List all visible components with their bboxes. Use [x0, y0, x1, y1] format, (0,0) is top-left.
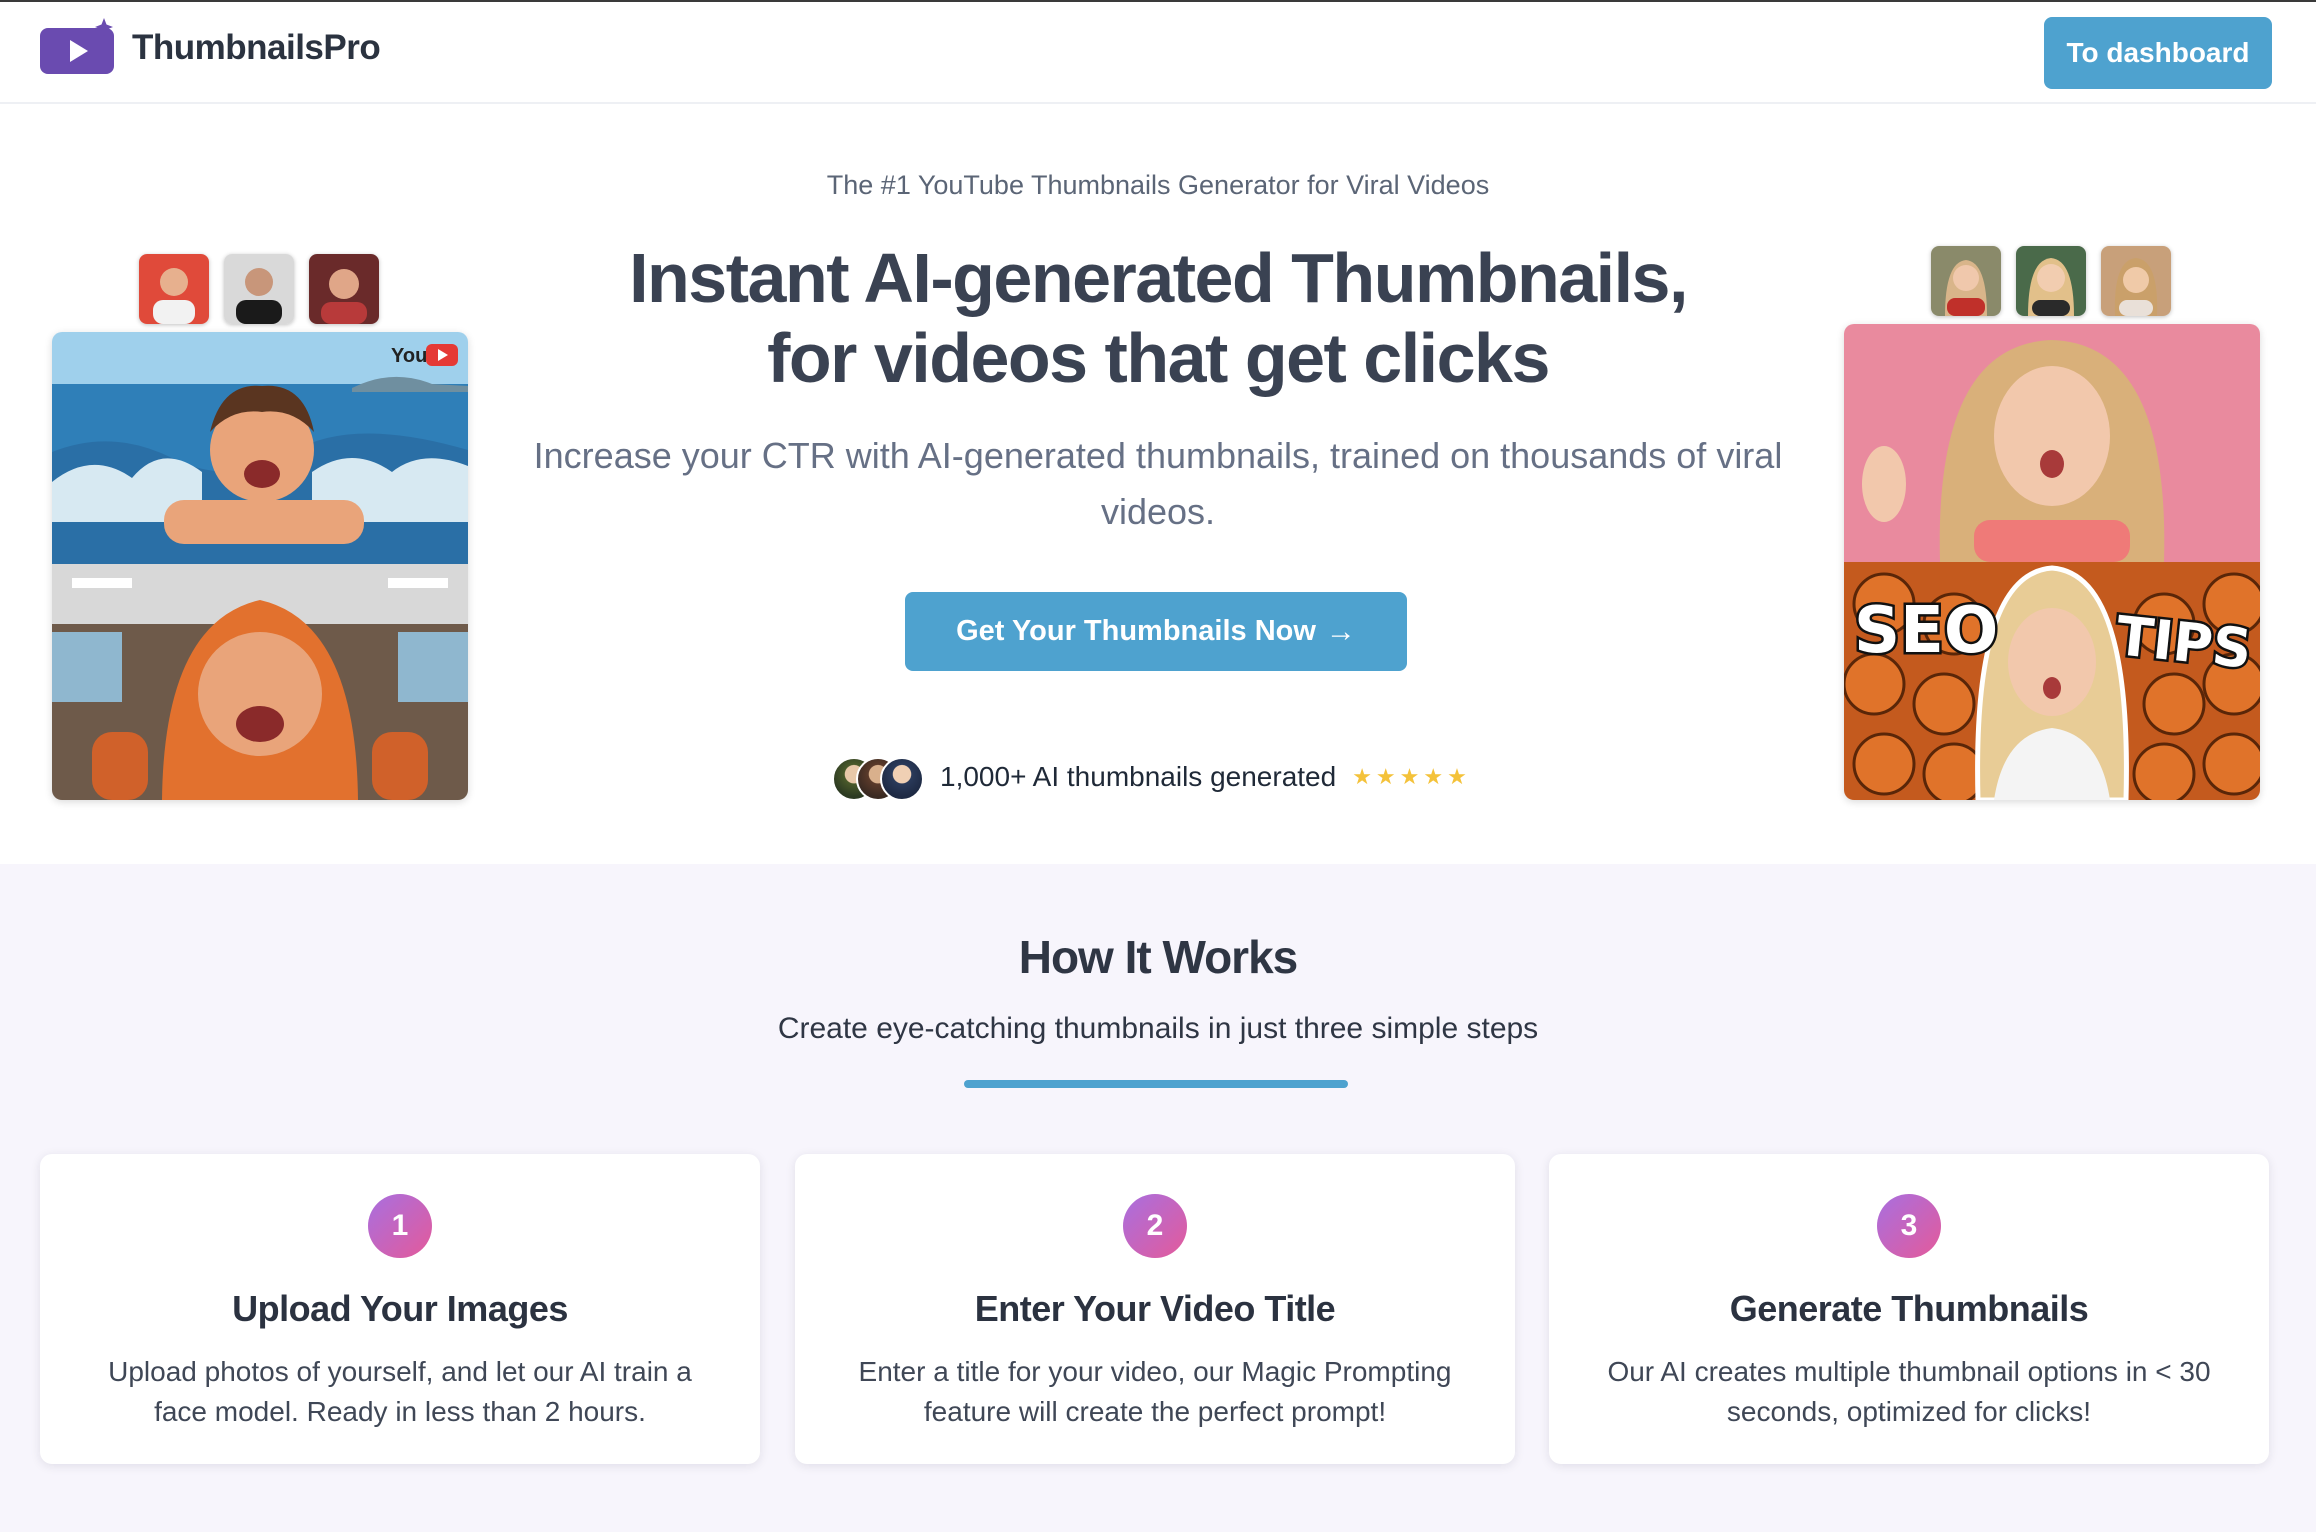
- step-description: Enter a title for your video, our Magic …: [858, 1356, 1452, 1427]
- step-card-upload: 1 Upload Your Images Upload photos of yo…: [40, 1154, 760, 1464]
- left-source-photos: [139, 254, 379, 324]
- hero-subheading: Increase your CTR with AI-generated thum…: [533, 435, 1783, 532]
- step-description: Our AI creates multiple thumbnail option…: [1607, 1356, 2211, 1427]
- step-card-title: 2 Enter Your Video Title Enter a title f…: [795, 1154, 1515, 1464]
- rating-stars: ★ ★ ★ ★ ★: [1352, 766, 1467, 788]
- left-thumbnail-collage: You: [52, 332, 468, 800]
- step-number-badge: 3: [1877, 1194, 1941, 1258]
- star-icon: ★: [1399, 764, 1420, 789]
- source-photo: [139, 254, 209, 324]
- star-icon: ★: [1375, 764, 1396, 789]
- step-number-badge: 2: [1123, 1194, 1187, 1258]
- source-photo: [2101, 246, 2171, 316]
- avatar: [880, 757, 924, 801]
- star-icon: ★: [1447, 764, 1467, 789]
- youtube-badge-text: You: [391, 345, 427, 367]
- step-title: Upload Your Images: [232, 1288, 568, 1329]
- star-icon: ★: [1352, 764, 1372, 789]
- arrow-right-icon: →: [1325, 614, 1356, 648]
- thumbnails-count: 1,000+ AI thumbnails generated: [940, 761, 1337, 792]
- get-thumbnails-button[interactable]: Get Your Thumbnails Now →: [905, 592, 1407, 671]
- star-icon: ★: [1423, 764, 1444, 789]
- user-avatars: [832, 755, 924, 801]
- hero-tagline: The #1 YouTube Thumbnails Generator for …: [826, 170, 1490, 200]
- how-it-works-title: How It Works: [1018, 931, 1299, 983]
- right-source-photos: [1931, 246, 2171, 316]
- top-navbar: ThumbnailsPro To dashboard: [0, 2, 2316, 104]
- seo-text: SEO: [1854, 594, 1998, 668]
- source-photo: [224, 254, 294, 324]
- logo-icon[interactable]: [40, 18, 118, 76]
- step-title: Enter Your Video Title: [974, 1288, 1336, 1329]
- to-dashboard-button[interactable]: To dashboard: [2044, 17, 2272, 89]
- step-title: Generate Thumbnails: [1729, 1288, 2089, 1329]
- right-thumbnail-collage: SEO TIPS: [1844, 324, 2260, 800]
- source-photo: [2016, 246, 2086, 316]
- brand-name[interactable]: ThumbnailsPro: [132, 28, 381, 68]
- step-number-badge: 1: [368, 1194, 432, 1258]
- source-photo: [309, 254, 379, 324]
- social-proof: 1,000+ AI thumbnails generated ★ ★ ★ ★ ★: [832, 752, 1467, 802]
- how-it-works-subtitle: Create eye-catching thumbnails in just t…: [777, 1012, 1539, 1045]
- step-card-generate: 3 Generate Thumbnails Our AI creates mul…: [1549, 1154, 2269, 1464]
- source-photo: [1931, 246, 2001, 316]
- step-description: Upload photos of yourself, and let our A…: [108, 1356, 692, 1427]
- how-it-works-section: How It Works Create eye-catching thumbna…: [0, 864, 2316, 1532]
- cta-label: Get Your Thumbnails Now: [956, 615, 1316, 647]
- accent-divider: [964, 1080, 1348, 1088]
